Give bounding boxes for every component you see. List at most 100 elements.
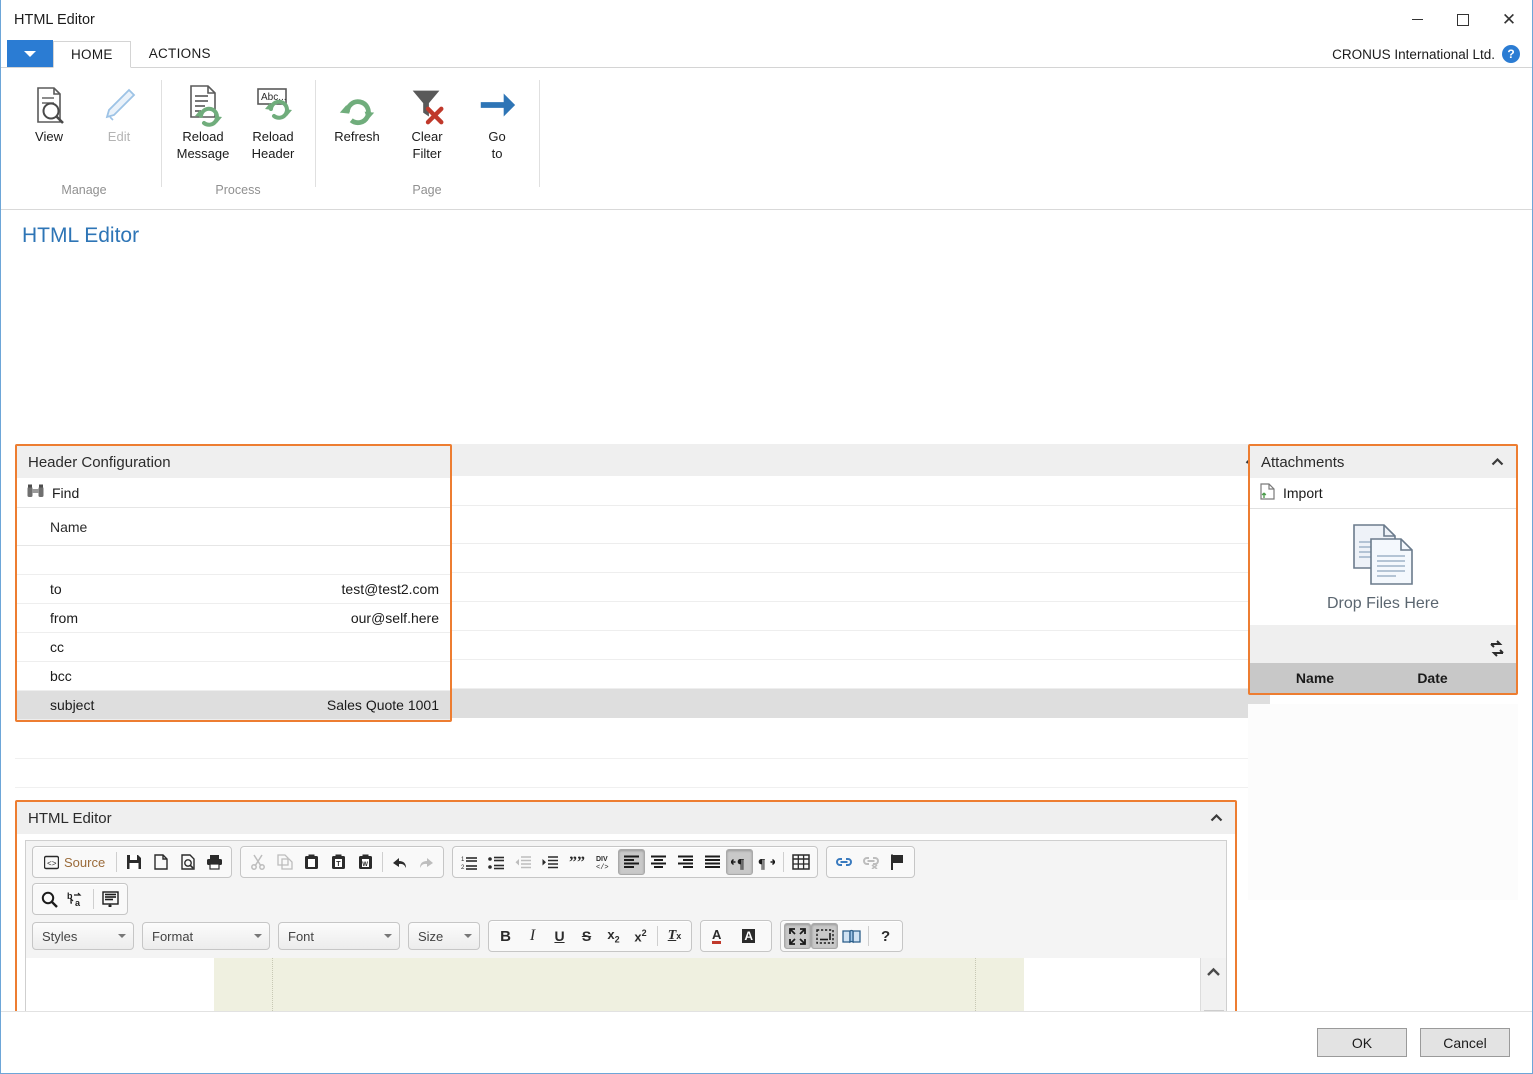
close-button[interactable]: ✕	[1486, 0, 1532, 39]
underline-icon[interactable]: U	[546, 923, 573, 949]
superscript-icon[interactable]: x2	[627, 923, 654, 949]
strikethrough-icon[interactable]: S	[573, 923, 600, 949]
row-value[interactable]: test@test2.com	[299, 581, 439, 597]
view-button[interactable]: View	[15, 78, 83, 149]
justify-icon[interactable]	[699, 849, 726, 875]
table-row[interactable]: cc	[17, 633, 450, 662]
text-direction-ltr-icon[interactable]: ¶	[726, 849, 754, 875]
show-blocks-icon[interactable]	[811, 923, 839, 949]
document-paper[interactable]: Dear The Cannon Group PLC,	[214, 958, 1024, 1011]
align-left-icon[interactable]	[618, 849, 646, 875]
redo-icon[interactable]	[413, 849, 440, 875]
text-color-icon[interactable]: A	[704, 923, 734, 949]
background-color-icon[interactable]: A	[734, 923, 768, 949]
scrollbar-thumb[interactable]	[1204, 1010, 1224, 1011]
chevron-down-icon	[464, 934, 472, 938]
toolbar-group-links	[826, 846, 916, 878]
view-button-label: View	[35, 129, 63, 144]
file-menu-button[interactable]	[7, 40, 53, 67]
company-name: CRONUS International Ltd.	[1332, 46, 1495, 62]
source-button-label: Source	[64, 854, 106, 870]
replace-icon[interactable]: ba	[63, 886, 90, 912]
table-row-selected[interactable]: subject Sales Quote 1001	[17, 691, 450, 720]
attachments-title-bar[interactable]: Attachments	[1250, 446, 1516, 478]
anchor-flag-icon[interactable]	[884, 849, 911, 875]
text-direction-rtl-icon[interactable]: ¶	[753, 849, 780, 875]
attachments-column-name[interactable]: Name	[1250, 670, 1380, 686]
subscript-icon[interactable]: x2	[600, 923, 627, 949]
increase-indent-icon[interactable]	[537, 849, 564, 875]
undo-icon[interactable]	[386, 849, 413, 875]
maximize-editor-icon[interactable]	[784, 923, 812, 949]
header-configuration-title-bar[interactable]: Header Configuration	[17, 446, 450, 478]
svg-text:¶: ¶	[737, 857, 745, 870]
paste-icon[interactable]	[298, 849, 325, 875]
row-value[interactable]: Sales Quote 1001	[299, 697, 439, 713]
numbered-list-icon[interactable]: 12	[456, 849, 483, 875]
window-controls: ✕	[1394, 0, 1532, 39]
link-icon[interactable]	[830, 849, 857, 875]
row-value[interactable]: our@self.here	[299, 610, 439, 626]
attachments-column-date[interactable]: Date	[1380, 670, 1485, 686]
italic-icon[interactable]: I	[519, 923, 546, 949]
editor-vertical-scrollbar[interactable]	[1200, 958, 1226, 1011]
cut-icon[interactable]	[244, 849, 271, 875]
edit-button[interactable]: Edit	[85, 78, 153, 149]
print-icon[interactable]	[201, 849, 228, 875]
help-icon[interactable]: ?	[1502, 45, 1520, 63]
page-title: HTML Editor	[22, 224, 140, 247]
header-config-column-header-name[interactable]: Name	[17, 508, 450, 546]
chevron-up-icon[interactable]	[1491, 454, 1504, 471]
clear-filter-button[interactable]: Clear Filter	[393, 78, 461, 166]
drop-files-zone[interactable]: Drop Files Here	[1250, 509, 1516, 625]
maximize-button[interactable]	[1440, 0, 1486, 39]
reload-header-button[interactable]: Abc... Reload Header	[239, 78, 307, 166]
html-editor-title-bar[interactable]: HTML Editor	[17, 802, 1235, 834]
unlink-icon[interactable]	[857, 849, 884, 875]
copy-icon[interactable]	[271, 849, 298, 875]
tab-home[interactable]: HOME	[53, 41, 131, 68]
align-center-icon[interactable]	[645, 849, 672, 875]
source-code-icon[interactable]: <> Source	[36, 849, 113, 875]
styles-select[interactable]: Styles	[32, 922, 134, 950]
decrease-indent-icon[interactable]	[510, 849, 537, 875]
ckeditor-content-area[interactable]: Dear The Cannon Group PLC,	[25, 958, 1227, 1011]
go-to-button[interactable]: Go to	[463, 78, 531, 166]
ok-button[interactable]: OK	[1317, 1028, 1407, 1057]
size-select[interactable]: Size	[408, 922, 480, 950]
table-row[interactable]: from our@self.here	[17, 604, 450, 633]
copy-documents-icon	[1346, 522, 1420, 591]
refresh-button[interactable]: Refresh	[323, 78, 391, 149]
minimize-button[interactable]	[1394, 0, 1440, 39]
chevron-up-icon[interactable]	[1210, 810, 1223, 827]
import-button[interactable]: Import	[1250, 478, 1516, 509]
font-select[interactable]: Font	[278, 922, 400, 950]
save-icon[interactable]	[120, 849, 147, 875]
reload-message-button[interactable]: Reload Message	[169, 78, 237, 166]
format-select[interactable]: Format	[142, 922, 270, 950]
html-editor-section-title: HTML Editor	[28, 809, 112, 827]
table-row[interactable]: to test@test2.com	[17, 575, 450, 604]
new-page-icon[interactable]	[147, 849, 174, 875]
help-question-icon[interactable]: ?	[872, 923, 899, 949]
paste-text-icon[interactable]: T	[325, 849, 352, 875]
find-bar[interactable]: Find	[17, 478, 450, 508]
table-icon[interactable]	[787, 849, 814, 875]
preview-icon[interactable]	[174, 849, 201, 875]
remove-format-icon[interactable]: Tx	[661, 923, 688, 949]
expand-arrows-icon[interactable]	[1488, 640, 1506, 661]
tab-actions[interactable]: ACTIONS	[131, 40, 229, 67]
create-div-icon[interactable]: DIV </>	[591, 849, 618, 875]
align-right-icon[interactable]	[672, 849, 699, 875]
paste-word-icon[interactable]: W	[352, 849, 379, 875]
bulleted-list-icon[interactable]	[483, 849, 510, 875]
go-to-arrow-icon	[476, 82, 518, 128]
cancel-button[interactable]: Cancel	[1420, 1028, 1510, 1057]
find-icon[interactable]	[36, 886, 63, 912]
about-ckeditor-icon[interactable]	[838, 923, 865, 949]
blockquote-icon[interactable]: ””	[564, 849, 591, 875]
select-all-icon[interactable]	[97, 886, 124, 912]
table-row[interactable]: bcc	[17, 662, 450, 691]
bold-icon[interactable]: B	[492, 923, 519, 949]
scroll-up-arrow-icon[interactable]	[1206, 958, 1221, 986]
